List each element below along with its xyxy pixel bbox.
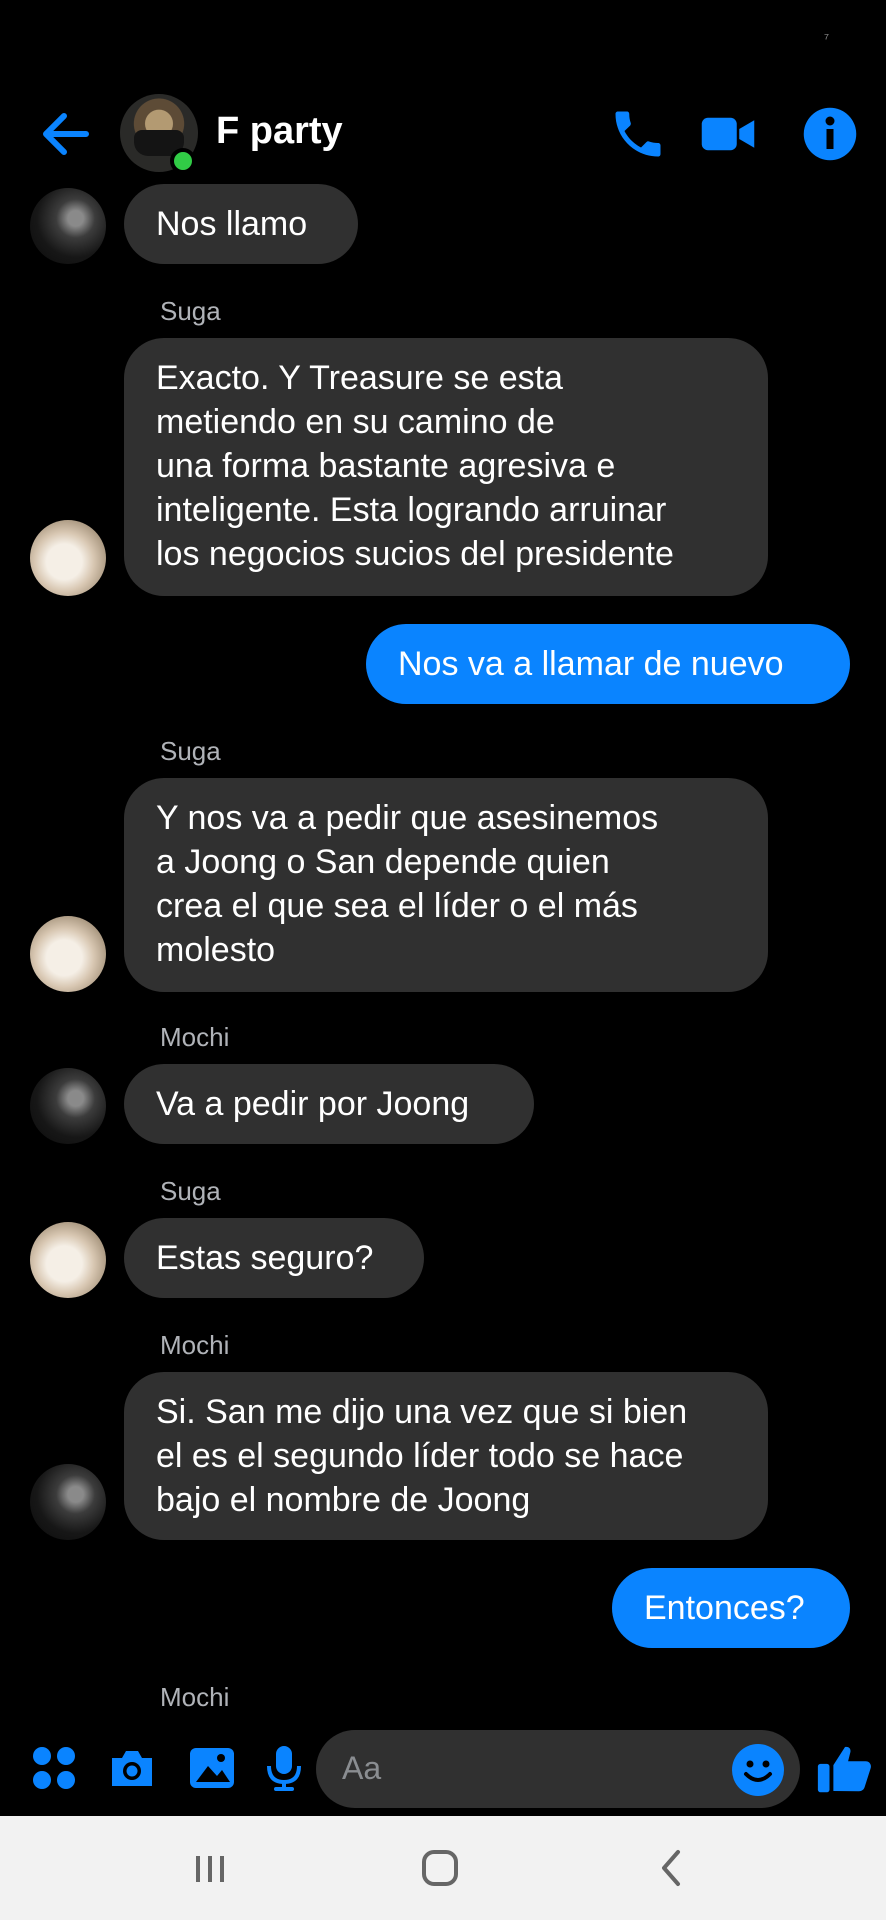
thumbs-up-icon — [817, 1746, 871, 1793]
message-line: Y nos va a pedir que asesinemos — [156, 799, 659, 837]
message-line: Si. San me dijo una vez que si bien — [156, 1393, 688, 1431]
message-bubble[interactable]: Si. San me dijo una vez que si bien el e… — [124, 1372, 768, 1540]
sender-name: Suga — [160, 736, 221, 766]
home-button[interactable] — [410, 1838, 470, 1898]
message-line: molesto — [156, 931, 276, 969]
back-icon — [662, 1850, 680, 1886]
home-icon — [422, 1850, 458, 1886]
message-bubble[interactable]: Va a pedir por Joong — [124, 1064, 534, 1144]
emoji-icon — [732, 1744, 784, 1796]
back-button[interactable] — [38, 106, 94, 162]
message-input-placeholder: Aa — [342, 1750, 382, 1786]
suga-avatar[interactable] — [30, 916, 106, 992]
mochi-avatar[interactable] — [30, 1068, 106, 1144]
info-icon — [803, 107, 857, 161]
message-line: una forma bastante agresiva e — [156, 447, 616, 485]
camera-button[interactable] — [106, 1742, 158, 1794]
suga-avatar[interactable] — [30, 1222, 106, 1298]
chat-title[interactable]: F party — [216, 110, 343, 153]
message-bubble[interactable]: Nos llamo — [124, 184, 358, 264]
camera-icon — [112, 1751, 152, 1786]
phone-icon — [615, 111, 661, 157]
recent-apps-icon — [196, 1856, 224, 1882]
microphone-icon — [267, 1746, 301, 1791]
message-line: bajo el nombre de Joong — [156, 1481, 531, 1519]
message-input[interactable] — [316, 1730, 800, 1808]
message-line: Exacto. Y Treasure se esta — [156, 359, 563, 397]
status-bar-glyph: ⁷ — [824, 30, 830, 46]
message-line: metiendo en su camino de — [156, 403, 555, 441]
message-line: a Joong o San depende quien — [156, 843, 610, 881]
sender-name: Mochi — [160, 1022, 230, 1052]
info-button[interactable] — [800, 104, 860, 164]
sender-name: Mochi — [160, 1682, 230, 1712]
message-line: los negocios sucios del presidente — [156, 535, 674, 573]
outgoing-message-bubble[interactable]: Nos va a llamar de nuevo — [366, 624, 850, 704]
sender-name: Suga — [160, 296, 221, 326]
message-bubble[interactable]: Y nos va a pedir que asesinemos a Joong … — [124, 778, 768, 992]
voice-button[interactable] — [258, 1742, 310, 1794]
message-line: el es el segundo líder todo se hace — [156, 1437, 684, 1475]
message-bubble[interactable]: Estas seguro? — [124, 1218, 424, 1298]
video-camera-icon — [701, 117, 755, 151]
message-bubble[interactable]: Exacto. Y Treasure se esta metiendo en s… — [124, 338, 768, 596]
message-text: Nos va a llamar de nuevo — [398, 645, 784, 683]
call-button[interactable] — [608, 104, 668, 164]
mochi-avatar[interactable] — [30, 1464, 106, 1540]
system-back-button[interactable] — [642, 1838, 702, 1898]
gallery-button[interactable] — [186, 1742, 238, 1794]
outgoing-message-bubble[interactable]: Entonces? — [612, 1568, 850, 1648]
video-call-button[interactable] — [698, 104, 758, 164]
message-text: Estas seguro? — [156, 1239, 374, 1277]
sender-name: Mochi — [160, 1330, 230, 1360]
message-text: Nos llamo — [156, 205, 308, 243]
suga-avatar[interactable] — [30, 520, 106, 596]
emoji-button[interactable] — [730, 1742, 786, 1798]
online-status-dot — [170, 148, 196, 174]
apps-grid-icon — [33, 1747, 75, 1789]
like-button[interactable] — [814, 1738, 876, 1800]
back-arrow-icon — [43, 113, 89, 155]
message-text: Va a pedir por Joong — [156, 1085, 470, 1123]
message-line: crea el que sea el líder o el más — [156, 887, 638, 925]
message-line: inteligente. Esta logrando arruinar — [156, 491, 667, 529]
apps-button[interactable] — [28, 1742, 80, 1794]
sender-name: Suga — [160, 1176, 221, 1206]
message-text: Entonces? — [644, 1589, 805, 1627]
image-icon — [190, 1748, 234, 1788]
mochi-avatar[interactable] — [30, 188, 106, 264]
recent-apps-button[interactable] — [180, 1838, 240, 1898]
